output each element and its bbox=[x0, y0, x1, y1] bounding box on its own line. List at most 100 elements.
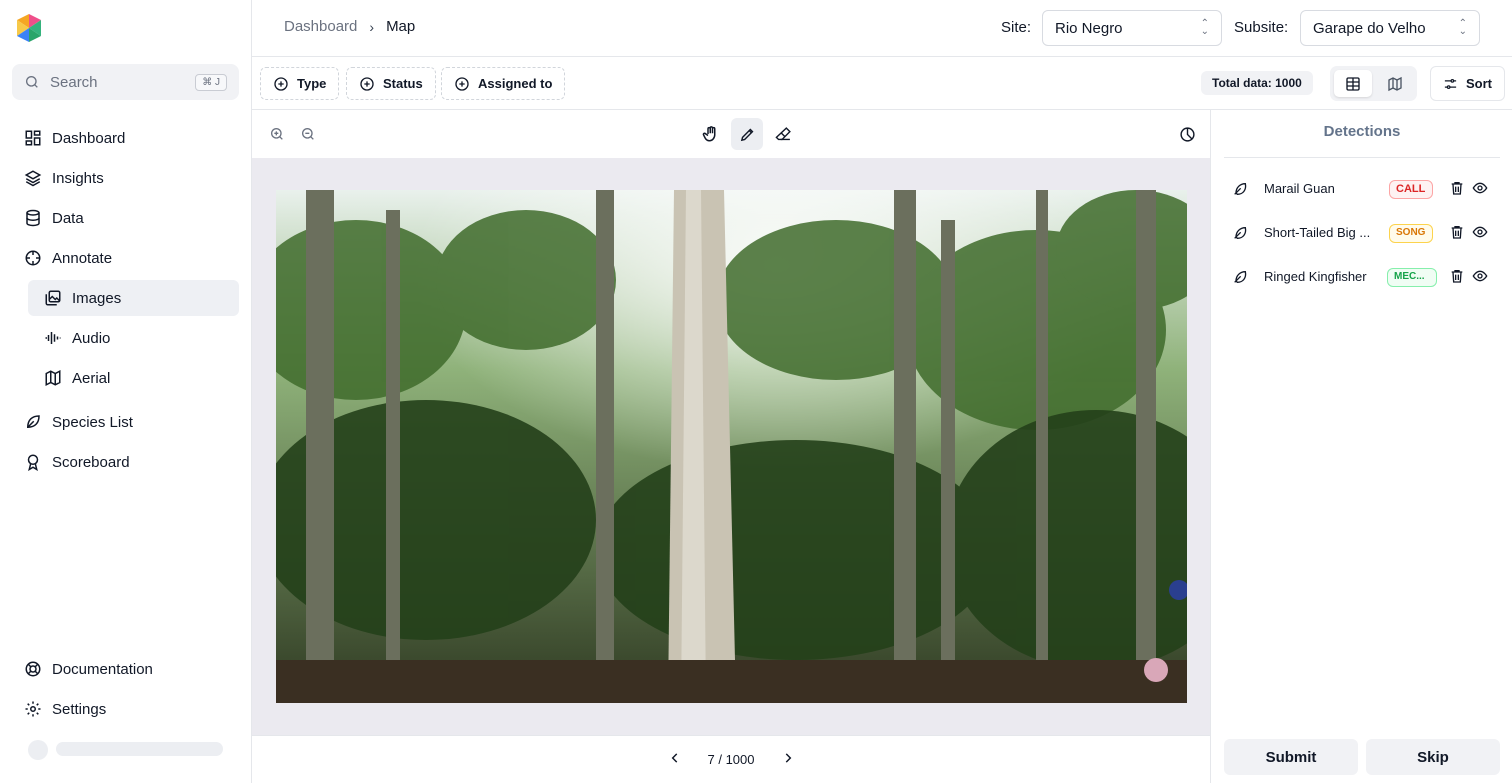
sidebar-item-dashboard[interactable]: Dashboard bbox=[24, 126, 125, 150]
sidebar: Search ⌘ J Dashboard Insights Data Annot… bbox=[0, 0, 252, 783]
sidebar-item-images[interactable]: Images bbox=[44, 286, 121, 310]
layers-icon bbox=[24, 170, 42, 187]
hand-icon bbox=[702, 126, 716, 142]
pan-tool-button[interactable] bbox=[695, 118, 727, 150]
breadcrumb-dashboard[interactable]: Dashboard bbox=[284, 18, 357, 35]
sidebar-item-annotate[interactable]: Annotate bbox=[24, 246, 112, 270]
filter-bar: Type Status Assigned to Total data: 1000… bbox=[252, 57, 1512, 110]
sidebar-item-label: Data bbox=[52, 209, 84, 227]
sidebar-item-label: Images bbox=[72, 289, 122, 307]
next-page-button[interactable] bbox=[781, 751, 795, 768]
detection-name: Short-Tailed Big ... bbox=[1264, 225, 1371, 240]
canvas-toolbar bbox=[252, 110, 1210, 158]
trash-icon[interactable] bbox=[1449, 180, 1465, 196]
table-icon bbox=[1346, 76, 1360, 91]
detection-item[interactable]: Ringed Kingfisher MEC... bbox=[1224, 263, 1500, 291]
total-data-badge: Total data: 1000 bbox=[1201, 71, 1313, 95]
sidebar-item-label: Scoreboard bbox=[52, 453, 130, 471]
site-select[interactable]: Rio Negro ⌃ ⌄ bbox=[1042, 10, 1222, 46]
eraser-tool-button[interactable] bbox=[767, 118, 799, 150]
zoom-in-button[interactable] bbox=[261, 118, 293, 150]
detection-item[interactable]: Short-Tailed Big ... SONG bbox=[1224, 219, 1500, 247]
subsite-label: Subsite: bbox=[1234, 19, 1289, 36]
database-icon bbox=[26, 209, 40, 227]
crosshair-icon bbox=[25, 250, 41, 266]
filter-type-button[interactable]: Type bbox=[260, 67, 340, 100]
table-view-button[interactable] bbox=[1334, 70, 1372, 97]
sidebar-item-label: Documentation bbox=[52, 660, 153, 678]
lifebuoy-icon bbox=[25, 661, 41, 677]
detections-title: Detections bbox=[1224, 110, 1500, 158]
filter-status-label: Status bbox=[383, 76, 423, 91]
filter-assigned-button[interactable]: Assigned to bbox=[441, 67, 566, 100]
submit-button[interactable]: Submit bbox=[1224, 739, 1358, 775]
sidebar-item-insights[interactable]: Insights bbox=[24, 166, 104, 190]
forest-photo[interactable] bbox=[276, 190, 1187, 703]
subsite-value: Garape do Velho bbox=[1313, 19, 1426, 37]
trash-icon[interactable] bbox=[1449, 268, 1465, 284]
sidebar-item-scoreboard[interactable]: Scoreboard bbox=[24, 450, 130, 474]
sidebar-item-data[interactable]: Data bbox=[24, 206, 84, 230]
sidebar-item-aerial[interactable]: Aerial bbox=[44, 366, 110, 390]
eye-icon[interactable] bbox=[1472, 224, 1488, 240]
breadcrumb: Dashboard › Map bbox=[284, 18, 415, 35]
sidebar-item-species-list[interactable]: Species List bbox=[24, 410, 133, 434]
panel-divider bbox=[1210, 110, 1211, 783]
dashboard-icon bbox=[25, 130, 41, 146]
filter-status-button[interactable]: Status bbox=[346, 67, 436, 100]
sidebar-item-settings[interactable]: Settings bbox=[24, 697, 106, 721]
trash-icon[interactable] bbox=[1449, 224, 1465, 240]
app-logo[interactable] bbox=[14, 12, 44, 44]
search-box[interactable]: Search ⌘ J bbox=[12, 64, 239, 100]
search-placeholder: Search bbox=[50, 73, 98, 91]
eye-icon[interactable] bbox=[1472, 268, 1488, 284]
detection-tag-badge: CALL bbox=[1389, 180, 1433, 199]
pencil-icon bbox=[740, 128, 753, 141]
eraser-icon bbox=[774, 126, 791, 140]
detection-tag-badge: MEC... bbox=[1387, 268, 1437, 287]
sort-button[interactable]: Sort bbox=[1430, 66, 1505, 101]
zoom-out-button[interactable] bbox=[292, 118, 324, 150]
plus-circle-icon bbox=[360, 76, 374, 91]
search-shortcut: ⌘ J bbox=[195, 73, 227, 91]
pie-clock-icon bbox=[1179, 126, 1195, 142]
map-view-button[interactable] bbox=[1376, 70, 1414, 97]
filter-type-label: Type bbox=[297, 76, 327, 91]
site-label: Site: bbox=[1001, 19, 1032, 36]
gear-icon bbox=[25, 701, 41, 717]
sidebar-item-label: Annotate bbox=[52, 249, 113, 267]
app-root: Search ⌘ J Dashboard Insights Data Annot… bbox=[0, 0, 1512, 783]
map-icon bbox=[1388, 76, 1402, 91]
subsite-select[interactable]: Garape do Velho ⌃ ⌄ bbox=[1300, 10, 1480, 46]
detection-name: Ringed Kingfisher bbox=[1264, 269, 1367, 284]
sidebar-item-audio[interactable]: Audio bbox=[44, 326, 110, 350]
leaf-icon bbox=[26, 415, 40, 429]
breadcrumb-current: Map bbox=[386, 18, 416, 35]
annotation-stage bbox=[252, 158, 1210, 735]
sidebar-item-label: Insights bbox=[52, 169, 104, 187]
feather-icon bbox=[1234, 270, 1247, 284]
sliders-icon bbox=[1444, 78, 1457, 89]
user-name-skeleton bbox=[56, 742, 223, 756]
history-button[interactable] bbox=[1171, 118, 1203, 150]
detection-item[interactable]: Marail Guan CALL bbox=[1224, 175, 1500, 203]
images-icon bbox=[45, 290, 61, 306]
sidebar-item-label: Settings bbox=[52, 700, 107, 718]
sidebar-item-label: Species List bbox=[52, 413, 133, 431]
prev-page-button[interactable] bbox=[668, 751, 682, 768]
search-icon bbox=[26, 76, 38, 88]
sidebar-item-documentation[interactable]: Documentation bbox=[24, 657, 153, 681]
view-toggle bbox=[1330, 66, 1417, 101]
detection-tag-badge: SONG bbox=[1389, 224, 1433, 243]
pager: 7 / 1000 bbox=[252, 735, 1210, 783]
skip-button[interactable]: Skip bbox=[1366, 739, 1500, 775]
sidebar-item-label: Dashboard bbox=[52, 129, 126, 147]
draw-tool-button[interactable] bbox=[731, 118, 763, 150]
page-indicator: 7 / 1000 bbox=[707, 752, 755, 767]
site-value: Rio Negro bbox=[1055, 19, 1123, 37]
eye-icon[interactable] bbox=[1472, 180, 1488, 196]
feather-icon bbox=[1234, 182, 1247, 196]
zoom-out-icon bbox=[302, 128, 314, 140]
chevron-right-icon bbox=[785, 753, 791, 763]
chevron-left-icon bbox=[671, 753, 677, 763]
